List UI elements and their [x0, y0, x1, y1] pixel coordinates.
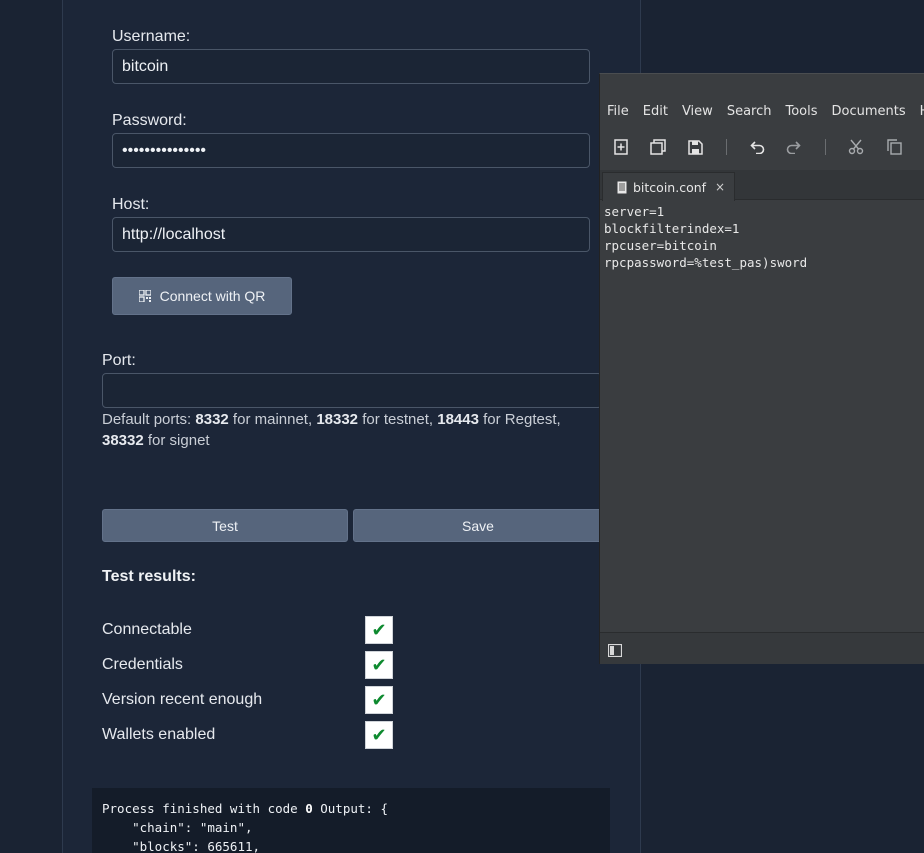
undo-icon[interactable]	[748, 137, 768, 157]
username-label: Username:	[112, 28, 191, 45]
check-icon: ✔	[365, 651, 393, 679]
result-row-version: Version recent enough ✔	[102, 686, 402, 714]
save-button[interactable]: Save	[353, 509, 603, 542]
host-input[interactable]	[112, 217, 590, 252]
side-pane-icon[interactable]	[607, 642, 623, 658]
editor-line: rpcuser=bitcoin	[604, 238, 717, 253]
text-editor-window: File Edit View Search Tools Documents He…	[599, 73, 924, 664]
password-input[interactable]	[112, 133, 590, 168]
open-icon[interactable]	[648, 137, 668, 157]
editor-statusbar	[600, 632, 924, 664]
document-icon	[617, 181, 627, 193]
editor-toolbar	[600, 130, 924, 164]
tab-bitcoin-conf[interactable]: bitcoin.conf ×	[602, 172, 735, 201]
editor-text-area[interactable]: server=1 blockfilterindex=1 rpcuser=bitcoi…	[600, 201, 924, 631]
port-input[interactable]	[102, 373, 602, 408]
tab-title: bitcoin.conf	[633, 179, 707, 195]
menu-file[interactable]: File	[600, 104, 636, 119]
menu-help[interactable]: Help	[913, 104, 924, 119]
editor-menubar: File Edit View Search Tools Documents He…	[600, 96, 924, 126]
editor-tabbar: bitcoin.conf ×	[600, 170, 924, 201]
result-row-credentials: Credentials ✔	[102, 651, 402, 679]
check-icon: ✔	[365, 721, 393, 749]
check-icon: ✔	[365, 616, 393, 644]
qr-code-icon	[138, 290, 151, 302]
menu-search[interactable]: Search	[720, 104, 779, 119]
result-row-wallets: Wallets enabled ✔	[102, 721, 402, 749]
copy-icon[interactable]	[884, 137, 904, 157]
result-row-connectable: Connectable ✔	[102, 616, 402, 644]
connect-qr-label: Connect with QR	[159, 288, 266, 304]
result-label: Version recent enough	[102, 691, 263, 708]
cut-icon[interactable]	[846, 137, 866, 157]
menu-edit[interactable]: Edit	[636, 104, 675, 119]
menu-view[interactable]: View	[675, 104, 720, 119]
result-label: Wallets enabled	[102, 726, 216, 743]
test-results-title: Test results:	[102, 568, 196, 585]
host-label: Host:	[112, 196, 150, 213]
menu-documents[interactable]: Documents	[825, 104, 913, 119]
save-icon[interactable]	[685, 137, 705, 157]
new-document-icon[interactable]	[611, 137, 631, 157]
result-label: Connectable	[102, 621, 192, 638]
port-label: Port:	[102, 352, 136, 369]
close-tab-icon[interactable]: ×	[715, 180, 725, 194]
connect-qr-button[interactable]: Connect with QR	[112, 277, 292, 315]
port-help-text: Default ports: 8332 for mainnet, 18332 f…	[102, 411, 561, 449]
editor-line: blockfilterindex=1	[604, 221, 740, 236]
editor-line: server=1	[604, 204, 665, 219]
menu-tools[interactable]: Tools	[778, 104, 824, 119]
check-icon: ✔	[365, 686, 393, 714]
redo-icon[interactable]	[783, 137, 803, 157]
username-input[interactable]	[112, 49, 590, 84]
test-button[interactable]: Test	[102, 509, 348, 542]
result-label: Credentials	[102, 656, 183, 673]
password-label: Password:	[112, 112, 187, 129]
console-output: Process finished with code 0 Output: { "…	[92, 788, 610, 853]
editor-line: rpcpassword=%test_pas)sword	[604, 255, 808, 270]
